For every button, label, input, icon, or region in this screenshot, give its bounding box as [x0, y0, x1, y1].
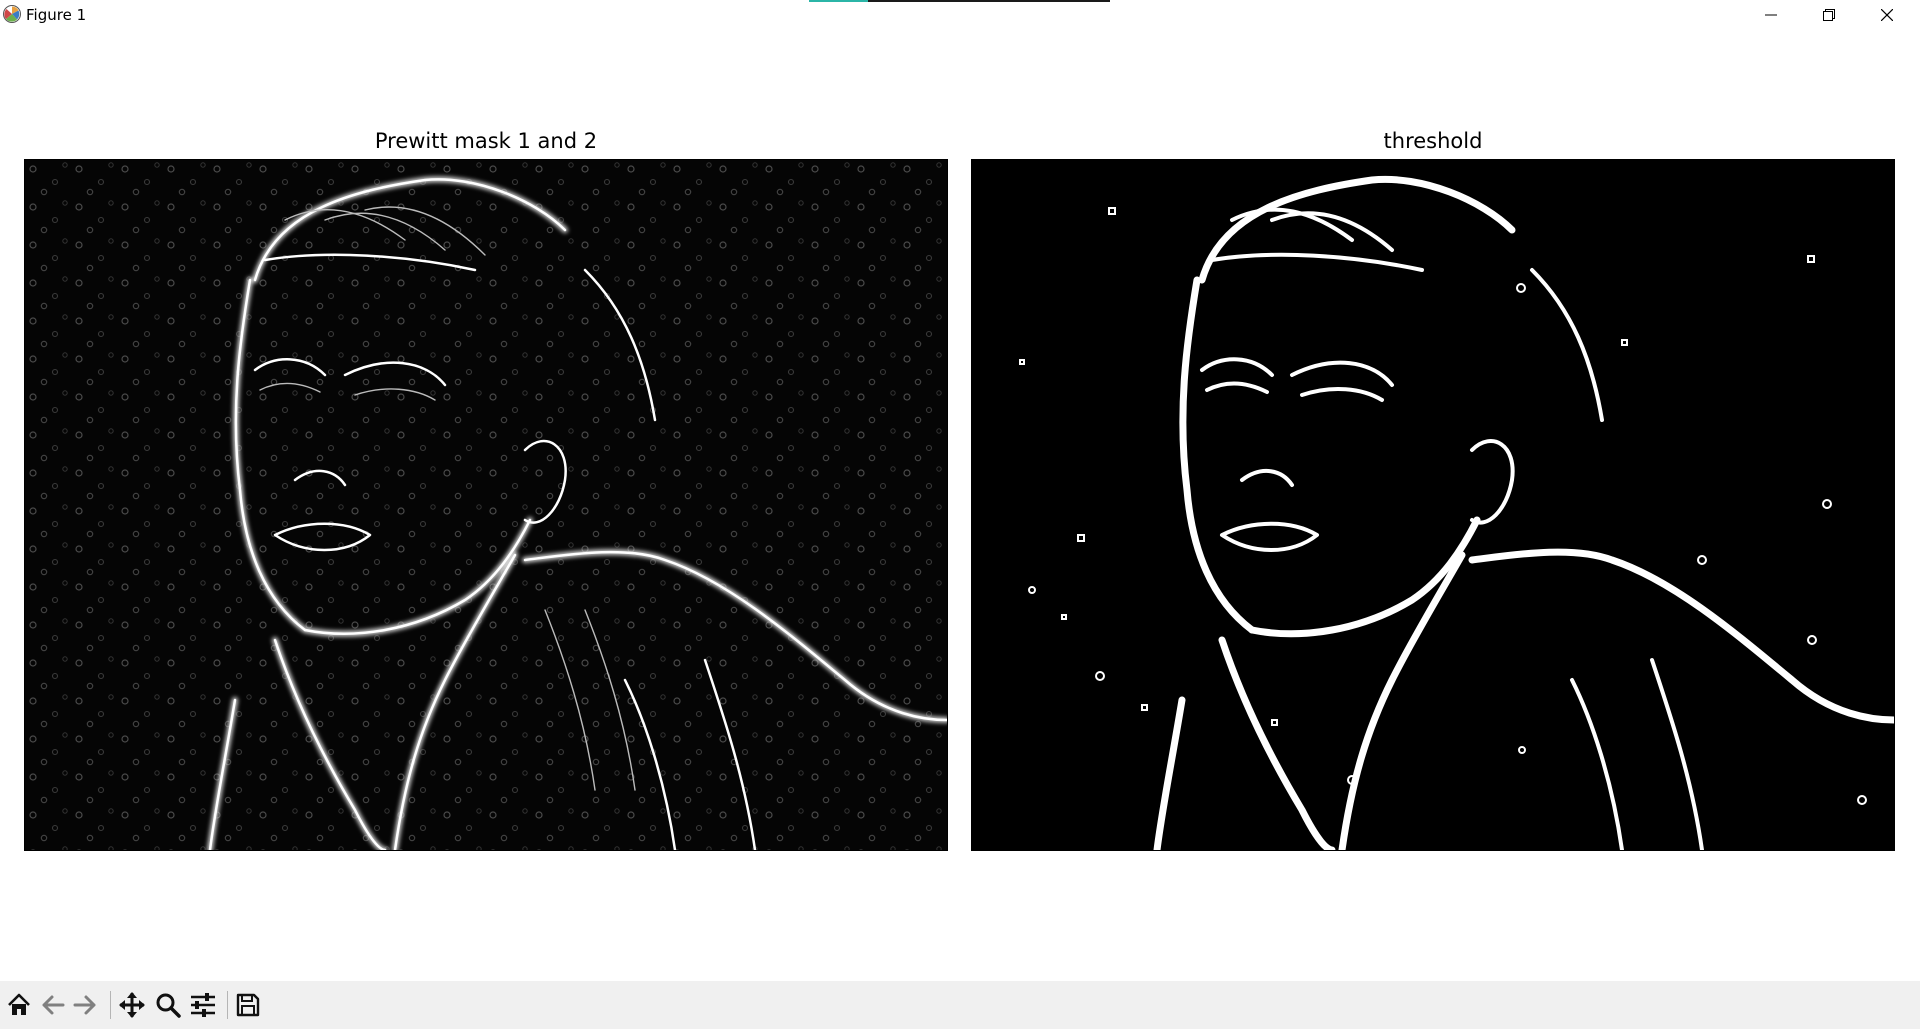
left-axes-title: Prewitt mask 1 and 2 [374, 129, 598, 153]
navigation-toolbar [0, 981, 1920, 1029]
zoom-button[interactable] [152, 989, 184, 1021]
arrow-right-icon [73, 995, 96, 1015]
maximize-button[interactable] [1800, 0, 1858, 30]
matplotlib-app-icon [3, 5, 21, 23]
restore-icon [1823, 9, 1835, 21]
threshold-binary-image[interactable] [971, 159, 1895, 851]
prewitt-edge-image[interactable] [24, 159, 948, 851]
pan-button[interactable] [116, 989, 148, 1021]
floppy-disk-icon [236, 993, 260, 1017]
arrow-left-icon [42, 995, 65, 1015]
minimize-button[interactable] [1742, 0, 1800, 30]
save-button[interactable] [232, 989, 264, 1021]
home-icon [8, 993, 30, 1015]
toolbar-separator [227, 991, 228, 1019]
forward-button[interactable] [69, 989, 101, 1021]
title-bar: Figure 1 [0, 0, 1920, 30]
home-button[interactable] [3, 989, 35, 1021]
back-button[interactable] [37, 989, 69, 1021]
minimize-icon [1765, 14, 1777, 16]
close-button[interactable] [1858, 0, 1916, 30]
window-title: Figure 1 [26, 6, 87, 24]
threshold-binary-drawing [972, 160, 1894, 850]
right-axes-title: threshold [1383, 129, 1483, 153]
prewitt-edge-drawing [25, 160, 947, 850]
close-icon [1881, 9, 1893, 21]
sliders-icon [191, 993, 215, 1017]
move-icon [119, 992, 145, 1018]
configure-subplots-button[interactable] [187, 989, 219, 1021]
progress-bar-fill [809, 0, 868, 2]
toolbar-separator [110, 991, 111, 1019]
magnifier-icon [156, 993, 181, 1018]
